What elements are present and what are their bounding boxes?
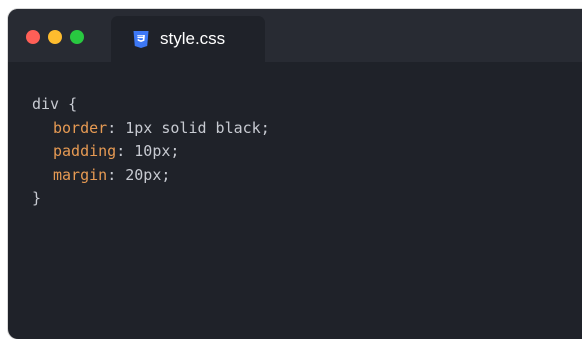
code-line-3: padding: 10px; (53, 142, 180, 160)
css-value: 20px (125, 165, 162, 184)
close-brace: } (32, 189, 42, 207)
code-editor[interactable]: div {border: 1px solid black; padding: 10… (32, 93, 270, 211)
css-value: 1px solid black (125, 118, 261, 137)
code-line-4: margin: 20px; (53, 165, 171, 184)
minimize-button[interactable] (48, 30, 62, 44)
open-brace: { (68, 95, 78, 113)
zoom-button[interactable] (70, 30, 84, 44)
css-property: padding (53, 142, 117, 160)
css-property: margin (53, 165, 108, 184)
tab-label: style.css (160, 29, 226, 48)
css3-icon (133, 31, 149, 48)
code-line-1: div { (32, 93, 270, 117)
editor-window: style.css div {border: 1px solid black; p… (8, 9, 582, 339)
css-selector: div (32, 95, 60, 113)
css-property: border (53, 118, 108, 137)
window-controls (26, 30, 84, 44)
code-line-2: border: 1px solid black; (53, 118, 270, 137)
css-value: 10px (134, 142, 171, 160)
code-line-5: } (32, 187, 270, 211)
close-button[interactable] (26, 30, 40, 44)
tab-style-css[interactable]: style.css (111, 16, 265, 62)
title-bar: style.css (8, 9, 582, 62)
